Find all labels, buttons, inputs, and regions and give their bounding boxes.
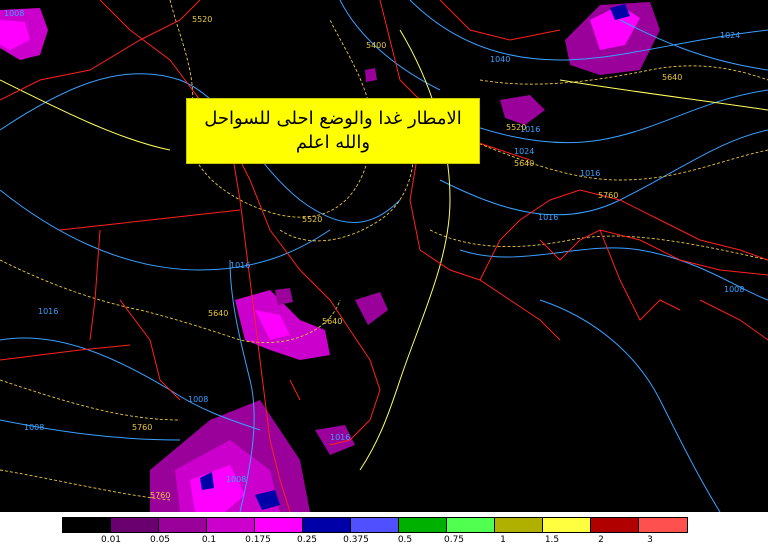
isobar-label: 1008 (724, 285, 744, 294)
isobar-lines (0, 0, 768, 512)
legend-tick-label: 0.175 (245, 535, 271, 545)
legend-tick-label: 0.1 (201, 535, 217, 545)
isobar-label: 1024 (514, 147, 534, 156)
legend-swatch (351, 518, 399, 532)
legend-tick-label: 0.5 (397, 535, 413, 545)
isobar-label: 1016 (38, 307, 58, 316)
isobar-label: 1024 (720, 31, 740, 40)
legend-swatch (639, 518, 687, 532)
height-label: 5760 (150, 491, 170, 500)
legend-tick-label: 0.25 (296, 535, 318, 545)
isobar-label: 1016 (538, 213, 558, 222)
legend-tick-label: 1.5 (544, 535, 560, 545)
legend-swatch (255, 518, 303, 532)
legend-color-bar (62, 517, 688, 533)
legend-swatch (591, 518, 639, 532)
height-label: 5520 (506, 123, 526, 132)
legend-swatch (447, 518, 495, 532)
legend-swatch (495, 518, 543, 532)
map-canvas: 1008 1016 1016 1016 1016 1008 1008 1008 … (0, 0, 768, 512)
annotation-line-2: والله اعلم (295, 132, 371, 153)
legend-tick-label: 0.375 (343, 535, 369, 545)
isobar-label: 1008 (188, 395, 208, 404)
forecast-annotation: الامطار غدا والوضع احلى للسواحل والله اع… (186, 98, 480, 164)
annotation-line-1: الامطار غدا والوضع احلى للسواحل (204, 108, 462, 129)
isobar-label: 1016 (330, 433, 350, 442)
coastlines-borders (0, 0, 768, 512)
height-label: 5640 (208, 309, 228, 318)
height-label: 5760 (132, 423, 152, 432)
legend-tick-label: 0.05 (149, 535, 171, 545)
height-label: 5400 (366, 41, 386, 50)
isobar-label: 1008 (226, 475, 246, 484)
isobar-label: 1008 (24, 423, 44, 432)
height-label: 5640 (514, 159, 534, 168)
precip-legend: 0.01 0.05 0.1 0.175 0.25 0.375 0.5 0.75 1 1.5 2 3 (0, 512, 768, 548)
isobar-label: 1008 (4, 9, 24, 18)
legend-tick-label: 0.75 (443, 535, 465, 545)
thickness-line (0, 29, 768, 471)
isobar-label: 1016 (580, 169, 600, 178)
height-label: 5760 (598, 191, 618, 200)
height-label: 5520 (302, 215, 322, 224)
legend-swatch (207, 518, 255, 532)
height-label: 5520 (192, 15, 212, 24)
isobar-label: 1016 (230, 261, 250, 270)
weather-map: 1008 1016 1016 1016 1016 1008 1008 1008 … (0, 0, 768, 512)
height-label: 5640 (662, 73, 682, 82)
legend-tick-label: 0.01 (100, 535, 122, 545)
legend-tick-label: 3 (647, 535, 653, 545)
height-label: 5640 (322, 317, 342, 326)
legend-swatch (399, 518, 447, 532)
legend-tick-label: 2 (598, 535, 604, 545)
legend-swatch (63, 518, 111, 532)
legend-swatch (303, 518, 351, 532)
legend-swatch (111, 518, 159, 532)
legend-swatch (543, 518, 591, 532)
legend-tick-label: 1 (500, 535, 506, 545)
isobar-label: 1040 (490, 55, 510, 64)
legend-swatch (159, 518, 207, 532)
